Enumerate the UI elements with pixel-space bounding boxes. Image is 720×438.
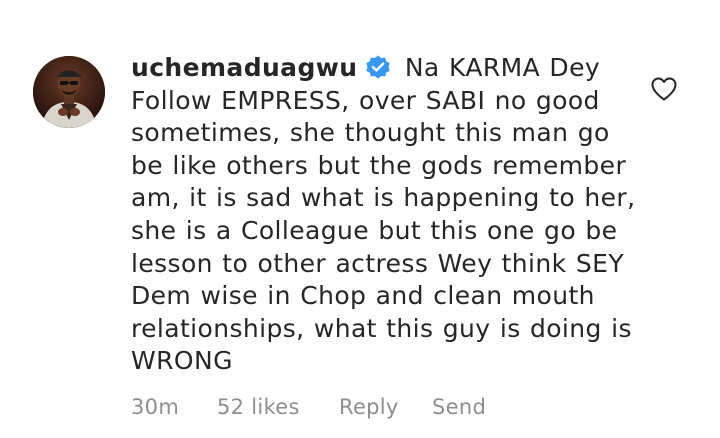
comment-row: uchemaduagwu Na KARMA Dey Follow EMPRESS… <box>0 0 720 438</box>
comment-username[interactable]: uchemaduagwu <box>131 53 357 82</box>
verified-badge-icon <box>363 54 393 80</box>
avatar[interactable] <box>33 56 105 128</box>
comment-likes-count[interactable]: 52 likes <box>217 395 300 419</box>
heart-outline-icon[interactable] <box>650 76 678 102</box>
comment-body: uchemaduagwu Na KARMA Dey Follow EMPRESS… <box>131 52 651 378</box>
comment-timestamp: 30m <box>131 395 180 419</box>
reply-button[interactable]: Reply <box>339 395 399 419</box>
send-button[interactable]: Send <box>432 395 486 419</box>
comment-text: Na KARMA Dey Follow EMPRESS, over SABI n… <box>131 53 636 376</box>
